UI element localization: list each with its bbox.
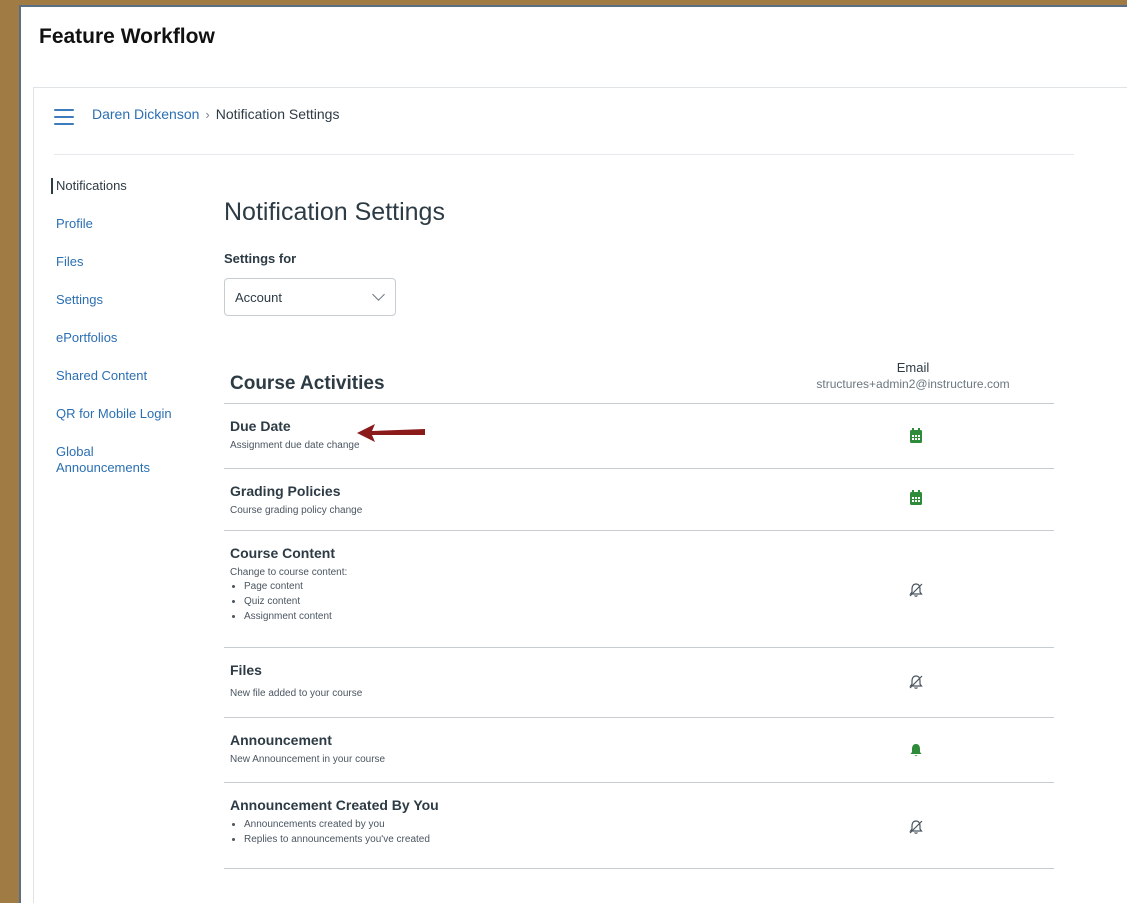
email-column-header: Email structures+admin2@instructure.com bbox=[804, 360, 1022, 391]
table-row-announcement-created-by-you: Announcement Created By You Announcement… bbox=[224, 783, 1054, 869]
row-title: Announcement bbox=[230, 732, 332, 748]
breadcrumb: Daren Dickenson › Notification Settings bbox=[92, 106, 339, 122]
email-column-label: Email bbox=[896, 360, 930, 375]
sidebar-item-qr-mobile-login[interactable]: QR for Mobile Login bbox=[56, 406, 196, 422]
page-title: Notification Settings bbox=[224, 198, 445, 226]
sidebar-item-settings[interactable]: Settings bbox=[56, 292, 196, 308]
breadcrumb-current: Notification Settings bbox=[215, 106, 340, 122]
settings-for-label: Settings for bbox=[224, 251, 297, 266]
list-item: Replies to announcements you've created bbox=[244, 834, 430, 845]
notification-table: Course Activities Email structures+admin… bbox=[224, 355, 1054, 869]
list-item: Assignment content bbox=[244, 611, 347, 622]
main-content: Notification Settings Settings for Accou… bbox=[224, 178, 1064, 869]
row-bullet-list: Announcements created by you Replies to … bbox=[230, 819, 430, 845]
row-title: Due Date bbox=[230, 418, 291, 434]
sidebar-item-global-announcements[interactable]: Global Announcements bbox=[56, 444, 156, 476]
sidebar-item-shared-content[interactable]: Shared Content bbox=[56, 368, 196, 384]
screenshot-frame: Feature Workflow Daren Dickenson › Notif… bbox=[19, 5, 1127, 903]
breadcrumb-user-link[interactable]: Daren Dickenson bbox=[92, 106, 199, 122]
calendar-icon[interactable] bbox=[904, 488, 928, 508]
row-description: Course grading policy change bbox=[230, 505, 363, 516]
table-row-files: Files New file added to your course bbox=[224, 648, 1054, 718]
row-title: Course Content bbox=[230, 545, 335, 561]
top-bar: Daren Dickenson › Notification Settings bbox=[54, 106, 1074, 155]
sidebar-item-profile[interactable]: Profile bbox=[56, 216, 196, 232]
breadcrumb-separator: › bbox=[205, 106, 210, 122]
list-item: Page content bbox=[244, 581, 347, 592]
sidebar-item-eportfolios[interactable]: ePortfolios bbox=[56, 330, 196, 346]
sidebar-nav: Notifications Profile Files Settings ePo… bbox=[51, 178, 196, 498]
bell-icon[interactable] bbox=[904, 740, 928, 760]
row-description-text: Change to course content: bbox=[230, 567, 348, 578]
list-item: Announcements created by you bbox=[244, 819, 430, 830]
row-title: Files bbox=[230, 662, 262, 678]
red-arrow-annotation bbox=[357, 424, 425, 442]
sidebar-item-files[interactable]: Files bbox=[56, 254, 196, 270]
settings-for-value: Account bbox=[235, 289, 282, 305]
hamburger-menu-icon[interactable] bbox=[54, 109, 74, 125]
row-title: Grading Policies bbox=[230, 483, 341, 499]
row-description: New file added to your course bbox=[230, 688, 363, 699]
settings-for-select[interactable]: Account bbox=[224, 278, 396, 316]
table-row-grading-policies: Grading Policies Course grading policy c… bbox=[224, 469, 1054, 531]
app-window: Daren Dickenson › Notification Settings … bbox=[33, 87, 1127, 903]
page-heading: Feature Workflow bbox=[39, 25, 215, 48]
row-description: Announcements created by you Replies to … bbox=[230, 816, 430, 849]
sidebar-item-notifications[interactable]: Notifications bbox=[51, 178, 196, 194]
table-row-announcement: Announcement New Announcement in your co… bbox=[224, 718, 1054, 783]
table-row-due-date: Due Date Assignment due date change bbox=[224, 404, 1054, 469]
row-description: Change to course content: Page content Q… bbox=[230, 567, 347, 626]
chevron-down-icon bbox=[372, 288, 385, 301]
row-description: New Announcement in your course bbox=[230, 754, 386, 765]
bell-off-icon[interactable] bbox=[904, 580, 928, 600]
calendar-icon[interactable] bbox=[904, 426, 928, 446]
row-bullet-list: Page content Quiz content Assignment con… bbox=[230, 581, 347, 622]
bell-off-icon[interactable] bbox=[904, 817, 928, 837]
section-title: Course Activities bbox=[230, 373, 385, 394]
table-row-course-content: Course Content Change to course content:… bbox=[224, 531, 1054, 648]
email-address: structures+admin2@instructure.com bbox=[816, 377, 1010, 391]
row-description: Assignment due date change bbox=[230, 440, 360, 451]
list-item: Quiz content bbox=[244, 596, 347, 607]
row-title: Announcement Created By You bbox=[230, 797, 439, 813]
bell-off-icon[interactable] bbox=[904, 672, 928, 692]
table-header: Course Activities Email structures+admin… bbox=[224, 355, 1054, 404]
